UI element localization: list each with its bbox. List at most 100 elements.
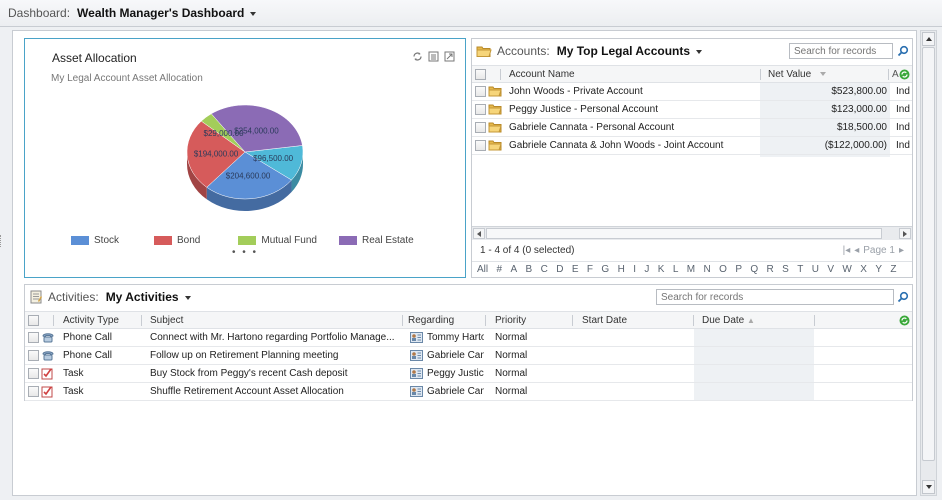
account-name-link[interactable]: Peggy Justice - Personal Account <box>509 101 759 118</box>
row-checkbox[interactable] <box>28 368 39 379</box>
account-row[interactable]: Gabriele Cannata - Personal Account $18,5… <box>472 119 912 137</box>
column-header-partial[interactable]: A <box>892 66 899 83</box>
pager: |◂ ◂ Page 1 ▸ <box>843 242 904 260</box>
scroll-up-button[interactable] <box>922 32 935 46</box>
select-all-checkbox[interactable] <box>28 315 39 326</box>
alpha-filter-v[interactable]: V <box>827 264 834 275</box>
alpha-filter-i[interactable]: I <box>633 264 636 275</box>
column-header-account-name[interactable]: Account Name <box>509 66 575 83</box>
alpha-filter-l[interactable]: L <box>673 264 679 275</box>
column-header-subject[interactable]: Subject <box>150 312 183 329</box>
alpha-filter-k[interactable]: K <box>658 264 665 275</box>
scroll-thumb[interactable] <box>922 47 935 461</box>
alpha-filter-h[interactable]: H <box>618 264 625 275</box>
row-checkbox[interactable] <box>28 350 39 361</box>
account-name-link[interactable]: John Woods - Private Account <box>509 83 759 100</box>
activity-subject-link[interactable]: Follow up on Retirement Planning meeting <box>150 347 400 364</box>
row-checkbox[interactable] <box>475 122 486 133</box>
activity-row[interactable]: Phone Call Connect with Mr. Hartono regar… <box>25 329 912 347</box>
column-header-priority[interactable]: Priority <box>495 312 526 329</box>
scroll-down-button[interactable] <box>922 480 935 494</box>
dashboard-selector[interactable]: Wealth Manager's Dashboard <box>77 6 257 20</box>
activity-subject-link[interactable]: Shuffle Retirement Account Asset Allocat… <box>150 383 400 400</box>
scroll-thumb[interactable] <box>486 228 882 239</box>
accounts-view-selector[interactable]: My Top Legal Accounts <box>557 44 703 58</box>
activity-row[interactable]: Task Shuffle Retirement Account Asset All… <box>25 383 912 401</box>
next-page-icon[interactable]: ▸ <box>899 242 904 260</box>
account-row[interactable]: Peggy Justice - Personal Account $123,000… <box>472 101 912 119</box>
activities-view-selector[interactable]: My Activities <box>106 290 191 304</box>
activity-type: Task <box>63 368 84 379</box>
regarding-link[interactable]: Gabriele Cannata <box>427 347 484 364</box>
alpha-filter-t[interactable]: T <box>797 264 803 275</box>
view-records-icon[interactable] <box>428 51 439 62</box>
alpha-filter-a[interactable]: A <box>510 264 517 275</box>
alpha-filter-q[interactable]: Q <box>750 264 758 275</box>
alpha-filter-m[interactable]: M <box>687 264 695 275</box>
chart-title: Asset Allocation <box>52 51 137 65</box>
alpha-filter-c[interactable]: C <box>541 264 548 275</box>
first-page-icon[interactable]: |◂ <box>843 242 851 260</box>
column-header-net-value[interactable]: Net Value <box>768 66 826 83</box>
scroll-right-button[interactable] <box>899 228 911 239</box>
alpha-filter-x[interactable]: X <box>860 264 867 275</box>
column-header-activity-type[interactable]: Activity Type <box>63 312 119 329</box>
resize-handle[interactable] <box>0 235 3 247</box>
alpha-filter-p[interactable]: P <box>735 264 742 275</box>
alpha-filter-all[interactable]: All <box>477 264 488 275</box>
prev-page-icon[interactable]: ◂ <box>854 242 859 260</box>
refresh-icon[interactable] <box>412 51 423 62</box>
activity-subject-link[interactable]: Buy Stock from Peggy's recent Cash depos… <box>150 365 400 382</box>
account-row[interactable]: John Woods - Private Account $523,800.00 I… <box>472 83 912 101</box>
chevron-down-icon <box>184 295 191 300</box>
alpha-filter-r[interactable]: R <box>767 264 774 275</box>
activities-search-input[interactable] <box>656 289 894 305</box>
column-header-regarding[interactable]: Regarding <box>408 312 454 329</box>
regarding-link[interactable]: Gabriele Cannata <box>427 383 484 400</box>
alpha-filter-s[interactable]: S <box>782 264 789 275</box>
alpha-filter-g[interactable]: G <box>601 264 609 275</box>
refresh-icon[interactable] <box>899 69 910 80</box>
row-checkbox[interactable] <box>475 86 486 97</box>
activity-subject-link[interactable]: Connect with Mr. Hartono regarding Portf… <box>150 329 400 346</box>
alpha-filter-f[interactable]: F <box>587 264 593 275</box>
regarding-link[interactable]: Tommy Hartono <box>427 329 484 346</box>
row-checkbox[interactable] <box>475 104 486 115</box>
column-header-start-date[interactable]: Start Date <box>582 312 627 329</box>
activities-view-title: My Activities <box>105 290 179 304</box>
account-name-link[interactable]: Gabriele Cannata & John Woods - Joint Ac… <box>509 137 759 154</box>
alpha-filter-z[interactable]: Z <box>890 264 896 275</box>
alpha-filter-b[interactable]: B <box>526 264 533 275</box>
regarding-link[interactable]: Peggy Justice <box>427 365 484 382</box>
search-icon[interactable] <box>895 289 911 305</box>
alpha-filter-number[interactable]: # <box>497 264 503 275</box>
alpha-filter-n[interactable]: N <box>704 264 711 275</box>
alpha-filter-w[interactable]: W <box>842 264 851 275</box>
alpha-filter-e[interactable]: E <box>572 264 579 275</box>
column-header-due-date[interactable]: Due Date ▲ <box>702 312 755 329</box>
legend-item: Bond <box>154 235 200 246</box>
refresh-icon[interactable] <box>899 315 910 326</box>
legend-swatch <box>238 236 257 245</box>
activity-row[interactable]: Phone Call Follow up on Retirement Planni… <box>25 347 912 365</box>
account-row[interactable]: Gabriele Cannata & John Woods - Joint Ac… <box>472 137 912 155</box>
alpha-filter-d[interactable]: D <box>556 264 563 275</box>
accounts-search-input[interactable] <box>789 43 893 59</box>
search-icon[interactable] <box>895 43 911 59</box>
expand-icon[interactable] <box>444 51 455 62</box>
alpha-filter-o[interactable]: O <box>719 264 727 275</box>
row-checkbox[interactable] <box>28 386 39 397</box>
activity-row[interactable]: Task Buy Stock from Peggy's recent Cash d… <box>25 365 912 383</box>
alpha-filter-y[interactable]: Y <box>875 264 882 275</box>
scroll-left-button[interactable] <box>473 228 485 239</box>
alpha-filter-j[interactable]: J <box>644 264 649 275</box>
row-checkbox[interactable] <box>28 332 39 343</box>
alpha-filter-u[interactable]: U <box>812 264 819 275</box>
account-name-link[interactable]: Gabriele Cannata - Personal Account <box>509 119 759 136</box>
pie-data-label: $204,600.00 <box>226 171 271 180</box>
page-scrollbar[interactable] <box>920 30 937 496</box>
row-checkbox[interactable] <box>475 140 486 151</box>
accounts-horizontal-scrollbar[interactable] <box>472 226 912 240</box>
select-all-checkbox[interactable] <box>475 69 486 80</box>
chevron-down-icon <box>696 49 703 54</box>
